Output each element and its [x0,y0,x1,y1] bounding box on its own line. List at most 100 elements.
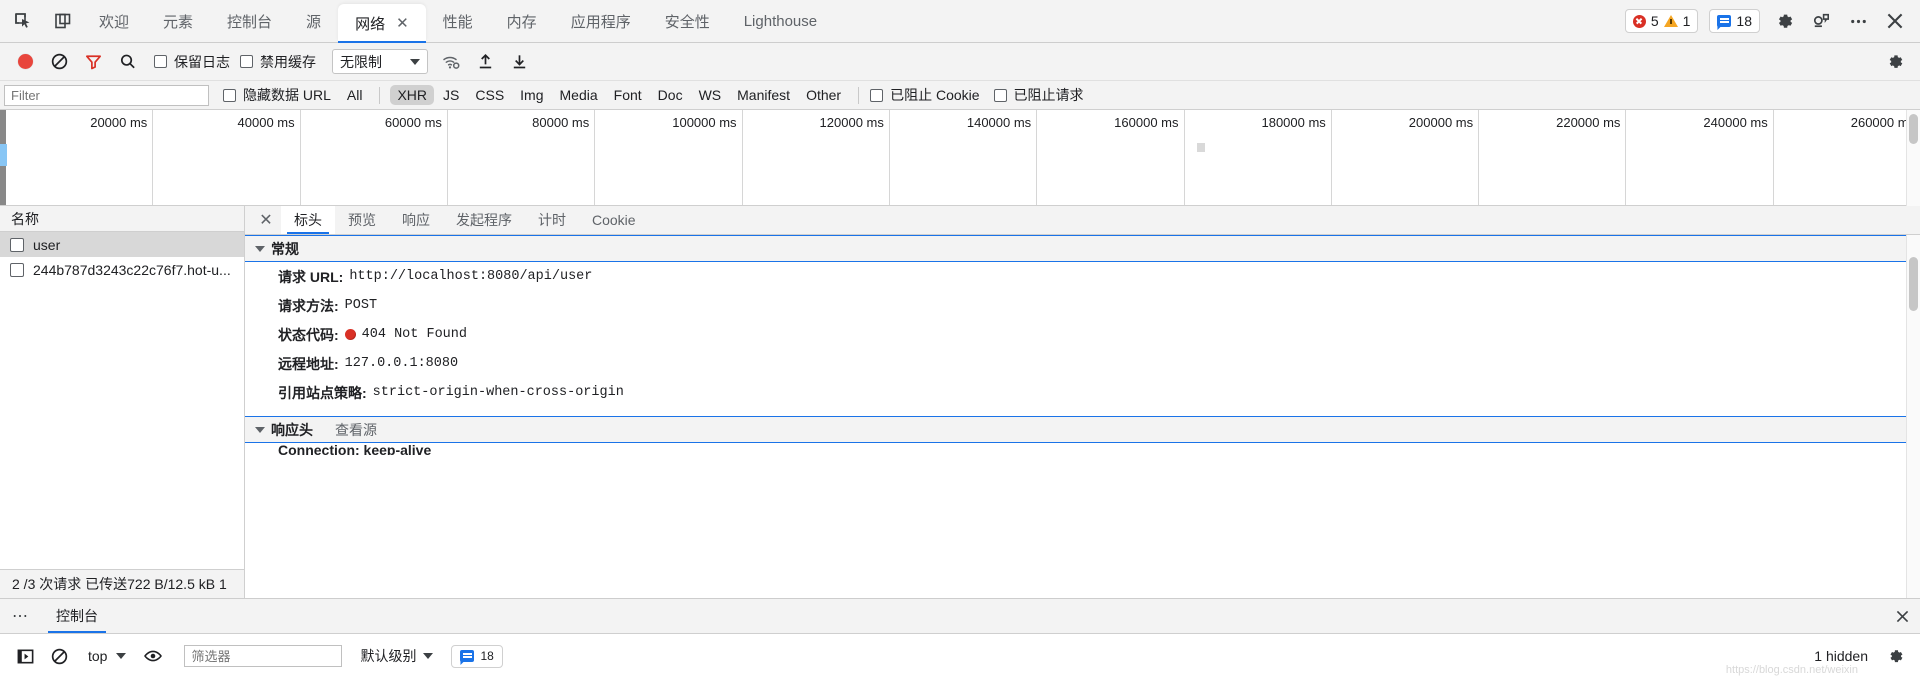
tab-memory[interactable]: 内存 [490,0,554,42]
filter-type-manifest[interactable]: Manifest [730,85,797,105]
request-list-header[interactable]: 名称 [0,206,244,232]
kebab-menu-icon[interactable]: ⋯ [0,599,42,633]
details-scrollbar[interactable] [1906,235,1920,598]
request-list[interactable]: user 244b787d3243c22c76f7.hot-u... [0,232,244,569]
message-count: 18 [1736,13,1752,29]
overview-tick-label: 20000 ms [90,115,148,130]
execution-context-button[interactable] [8,641,42,671]
overview-scrollbar[interactable] [1906,110,1920,206]
preserve-log-label: 保留日志 [174,53,230,70]
filter-divider [858,86,860,104]
tab-performance[interactable]: 性能 [426,0,490,42]
detail-row-remote-address: 远程地址: 127.0.0.1:8080 [245,349,1920,378]
tab-security[interactable]: 安全性 [648,0,727,42]
details-tab-timing[interactable]: 计时 [525,206,579,234]
record-button[interactable] [8,47,42,77]
filter-input[interactable] [4,84,209,106]
filter-type-xhr[interactable]: XHR [390,85,435,105]
live-expression-button[interactable] [136,641,170,671]
overview-tick-label: 220000 ms [1556,115,1621,130]
filter-type-ws[interactable]: WS [692,85,729,105]
overview-tick-cell: 60000 ms [301,110,448,205]
filter-type-media[interactable]: Media [553,85,605,105]
detail-key: 请求 URL: [278,268,344,285]
overview-tick-label: 80000 ms [532,115,590,130]
console-drawer: ⋯ 控制台 top 筛选器 默认级别 18 https://blog.csdn.… [0,598,1920,678]
console-level-dropdown[interactable]: 默认级别 [356,644,437,668]
details-tab-response[interactable]: 响应 [389,206,443,234]
tab-welcome[interactable]: 欢迎 [82,0,146,42]
network-conditions-button[interactable] [434,47,468,77]
request-row-user[interactable]: user [0,232,244,257]
disable-cache-checkbox[interactable]: 禁用缓存 [240,52,316,72]
hide-data-urls-checkbox[interactable]: 隐藏数据 URL [223,85,331,105]
filter-type-js[interactable]: JS [436,85,466,105]
console-context-dropdown[interactable]: top [84,646,130,666]
throttle-dropdown[interactable]: 无限制 [332,49,428,74]
details-tab-headers[interactable]: 标头 [281,206,335,234]
tab-network[interactable]: 网络 ✕ [338,4,426,43]
close-icon[interactable] [1882,8,1908,34]
filter-type-other[interactable]: Other [799,85,848,105]
console-message-badge[interactable]: 18 [451,644,503,668]
request-checkbox[interactable] [10,237,24,252]
overview-tick-cell: 80000 ms [448,110,596,205]
details-tab-preview[interactable]: 预览 [335,206,389,234]
network-status-text: 2 /3 次请求 已传送722 B/12.5 kB 1 [12,576,227,592]
tab-close-icon[interactable]: ✕ [396,16,409,31]
drawer-close-icon[interactable] [1884,599,1920,633]
details-tab-initiator[interactable]: 发起程序 [443,206,525,234]
tab-lighthouse[interactable]: Lighthouse [727,0,834,42]
clear-console-button[interactable] [42,641,76,671]
search-button[interactable] [110,47,144,77]
request-checkbox[interactable] [10,262,24,277]
tab-application[interactable]: 应用程序 [554,0,648,42]
view-source-link[interactable]: 查看源 [335,420,377,440]
upload-arrow-icon [479,54,491,69]
details-close-icon[interactable]: ✕ [251,206,281,234]
inspect-element-icon[interactable] [10,8,36,34]
clear-button[interactable] [42,47,76,77]
detail-key: 状态代码: [278,326,339,343]
details-tab-cookies[interactable]: Cookie [579,206,649,234]
request-name: 244b787d3243c22c76f7.hot-u... [33,261,231,278]
network-settings-button[interactable] [1878,47,1912,77]
overview-scroll-thumb[interactable] [1909,114,1918,144]
filter-type-img[interactable]: Img [513,85,550,105]
tab-elements[interactable]: 元素 [146,0,210,42]
blocked-requests-checkbox[interactable]: 已阻止请求 [993,85,1084,105]
request-name: user [33,236,61,253]
tabbar-right-controls: 5 1 18 [1624,0,1920,42]
export-har-button[interactable] [502,47,536,77]
tab-sources[interactable]: 源 [289,0,338,42]
device-toolbar-icon[interactable] [50,8,76,34]
filter-type-css[interactable]: CSS [468,85,511,105]
filter-type-font[interactable]: Font [607,85,649,105]
overview-tick-cell: 40000 ms [153,110,301,205]
tab-label: 应用程序 [570,13,631,31]
kebab-menu-icon[interactable] [1845,8,1871,34]
import-har-button[interactable] [468,47,502,77]
request-row-hotupdate[interactable]: 244b787d3243c22c76f7.hot-u... [0,257,244,282]
drawer-tab-console[interactable]: 控制台 [42,599,112,633]
filter-type-all[interactable]: All [340,85,370,105]
detail-value: POST [344,298,378,313]
gear-icon[interactable] [1771,8,1797,34]
tab-console[interactable]: 控制台 [210,0,289,42]
issues-badge[interactable]: 5 1 [1624,9,1699,33]
column-header-name: 名称 [11,210,39,227]
messages-badge[interactable]: 18 [1709,9,1760,33]
details-scroll-thumb[interactable] [1909,257,1918,311]
blocked-cookies-checkbox[interactable]: 已阻止 Cookie [870,85,980,105]
checkbox-box [240,55,253,68]
preserve-log-checkbox[interactable]: 保留日志 [154,52,230,72]
network-overview-timeline[interactable]: 20000 ms 40000 ms 60000 ms 80000 ms 1000… [0,110,1920,206]
detail-value: 127.0.0.1:8080 [344,356,459,371]
general-section-header[interactable]: 常规 [245,235,1920,262]
filter-button[interactable] [76,47,110,77]
console-settings-button[interactable] [1878,641,1912,671]
devices-icon[interactable] [1808,8,1834,34]
console-filter-input[interactable] [184,645,343,667]
response-headers-section-header[interactable]: 响应头 查看源 [245,416,1920,443]
filter-type-doc[interactable]: Doc [651,85,690,105]
